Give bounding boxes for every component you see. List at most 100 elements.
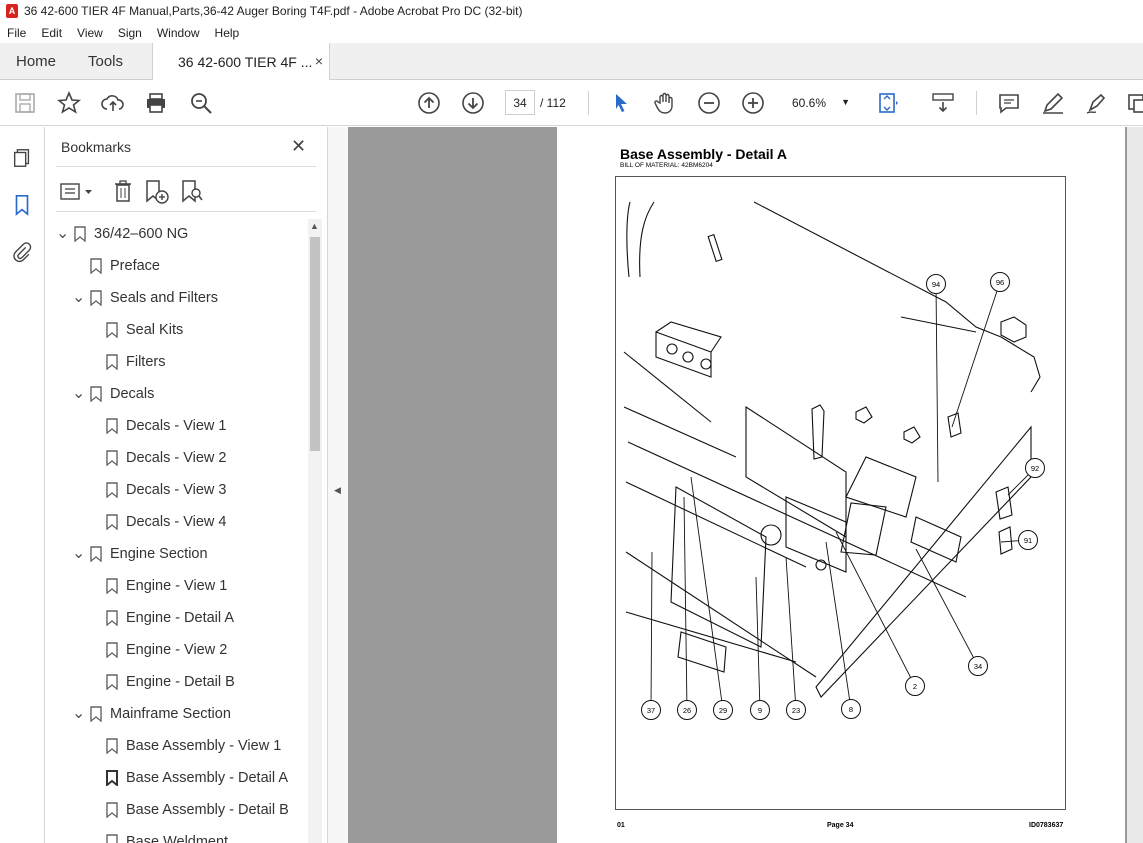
bookmark-item[interactable]: Base Weldment: [88, 827, 228, 843]
bookmark-item[interactable]: Decals - View 4: [88, 507, 226, 537]
bookmark-item[interactable]: Engine - View 2: [88, 635, 227, 665]
bookmark-item[interactable]: Base Assembly - Detail A: [88, 763, 288, 793]
find-bookmark-icon[interactable]: [180, 179, 206, 205]
menu-file[interactable]: File: [0, 26, 34, 40]
hand-tool-icon[interactable]: [653, 91, 677, 115]
bookmark-item[interactable]: Decals - View 3: [88, 475, 226, 505]
bookmark-item[interactable]: Base Assembly - Detail B: [88, 795, 289, 825]
tab-tools[interactable]: Tools: [88, 53, 123, 70]
previous-page-icon[interactable]: [417, 91, 441, 115]
bookmark-item[interactable]: ⌄ 36/42–600 NG: [56, 219, 188, 249]
bookmark-item[interactable]: Filters: [88, 347, 165, 377]
bookmark-item[interactable]: Decals - View 2: [88, 443, 226, 473]
delete-bookmark-icon[interactable]: [113, 179, 133, 203]
callout-number: 23: [792, 706, 800, 715]
zoom-search-icon[interactable]: [189, 91, 213, 115]
bookmarks-panel-title: Bookmarks: [61, 139, 132, 155]
callout-number: 37: [647, 706, 655, 715]
callout-leader-line: [690, 476, 724, 711]
acrobat-app-icon: A: [6, 4, 18, 18]
callout-number: 9: [758, 706, 762, 715]
new-bookmark-icon[interactable]: [144, 179, 170, 205]
bookmark-label: Engine - View 1: [126, 578, 228, 594]
bookmark-item[interactable]: ⌄ Engine Section: [72, 539, 208, 569]
menu-view[interactable]: View: [70, 26, 111, 40]
next-page-icon[interactable]: [461, 91, 485, 115]
page-total-label: / 112: [540, 96, 566, 110]
bookmarks-panel-icon[interactable]: [11, 194, 33, 216]
bookmark-icon: [106, 770, 118, 786]
bookmark-item[interactable]: ⌄ Seals and Filters: [72, 283, 218, 313]
bookmarks-scrollbar[interactable]: ▲: [308, 219, 322, 843]
bookmark-icon: [90, 546, 102, 562]
bookmark-icon: [106, 578, 118, 594]
bookmark-item[interactable]: Engine - Detail A: [88, 603, 234, 633]
zoom-in-icon[interactable]: [741, 91, 765, 115]
select-cursor-icon[interactable]: [609, 91, 633, 115]
page-thumbnails-icon[interactable]: [11, 147, 33, 169]
attachments-icon[interactable]: [11, 241, 33, 263]
highlight-pen-icon[interactable]: [1041, 91, 1065, 115]
bookmark-icon: [106, 642, 118, 658]
close-panel-icon[interactable]: ✕: [291, 136, 306, 157]
document-viewer[interactable]: Base Assembly - Detail A BILL OF MATERIA…: [348, 127, 1143, 843]
bookmark-icon: [106, 418, 118, 434]
callout-number: 8: [849, 705, 853, 714]
menu-sign[interactable]: Sign: [111, 26, 150, 40]
callout-number: 2: [913, 682, 917, 691]
bookmark-item[interactable]: Engine - Detail B: [88, 667, 235, 697]
bookmark-label: Decals - View 3: [126, 482, 227, 498]
tab-home[interactable]: Home: [16, 53, 56, 70]
menu-window[interactable]: Window: [150, 26, 208, 40]
bookmark-item[interactable]: Engine - View 1: [88, 571, 227, 601]
sign-pen-icon[interactable]: [1085, 91, 1109, 115]
callout-leader-line: [915, 548, 979, 667]
menu-edit[interactable]: Edit: [34, 26, 70, 40]
scroll-up-icon[interactable]: ▲: [310, 221, 319, 231]
chevron-down-icon[interactable]: ⌄: [72, 706, 86, 722]
star-icon[interactable]: [56, 90, 82, 115]
viewer-scrollbar[interactable]: [1127, 127, 1143, 843]
more-tools-icon[interactable]: [1125, 91, 1143, 115]
bookmark-label: Engine - Detail B: [126, 674, 235, 690]
bookmark-item[interactable]: Decals - View 1: [88, 411, 226, 441]
chevron-down-icon[interactable]: ⌄: [56, 226, 70, 242]
bookmark-label: Preface: [110, 258, 160, 274]
bookmark-item[interactable]: Seal Kits: [88, 315, 183, 345]
menu-help[interactable]: Help: [208, 26, 248, 40]
tab-close-icon[interactable]: ×: [315, 53, 323, 69]
scrollbar-thumb[interactable]: [310, 237, 320, 451]
save-icon[interactable]: [13, 91, 37, 115]
upload-cloud-icon[interactable]: [101, 91, 125, 115]
bookmark-label: Decals - View 1: [126, 418, 227, 434]
bookmark-item[interactable]: ⌄ Decals: [72, 379, 154, 409]
scroll-mode-icon[interactable]: [931, 91, 955, 115]
zoom-out-icon[interactable]: [697, 91, 721, 115]
comment-icon[interactable]: [997, 91, 1021, 115]
chevron-down-icon[interactable]: ⌄: [72, 290, 86, 306]
drawing-frame: 94 96 92 91 34 2 8 23 9 29 26 37: [615, 176, 1066, 810]
chevron-down-icon[interactable]: ⌄: [72, 546, 86, 562]
chevron-down-icon[interactable]: ⌄: [72, 386, 86, 402]
bookmark-label: Engine Section: [110, 546, 208, 562]
bookmark-item[interactable]: Base Assembly - View 1: [88, 731, 281, 761]
page-number-input[interactable]: 34: [505, 90, 535, 115]
panel-splitter[interactable]: ◀: [327, 127, 348, 843]
zoom-level-select[interactable]: 60.6% ▼: [786, 90, 856, 115]
zoom-level-value: 60.6%: [792, 96, 827, 110]
tab-document[interactable]: 36 42-600 TIER 4F ... ×: [152, 43, 330, 80]
collapse-panel-icon[interactable]: ◀: [334, 485, 341, 496]
callout-number: 92: [1031, 464, 1039, 473]
bookmark-options-icon[interactable]: [60, 181, 96, 203]
bookmark-item[interactable]: Preface: [72, 251, 160, 281]
bookmark-label: Seals and Filters: [110, 290, 218, 306]
fit-page-icon[interactable]: [876, 91, 900, 115]
callout-leader-line: [650, 551, 653, 711]
panel-divider: [56, 211, 316, 212]
bookmark-icon: [106, 834, 118, 843]
bookmark-icon: [90, 258, 102, 274]
bookmark-item[interactable]: ⌄ Mainframe Section: [72, 699, 231, 729]
footer-page-number: Page 34: [827, 822, 854, 829]
bookmark-label: Base Assembly - Detail A: [126, 770, 288, 786]
print-icon[interactable]: [144, 91, 168, 115]
